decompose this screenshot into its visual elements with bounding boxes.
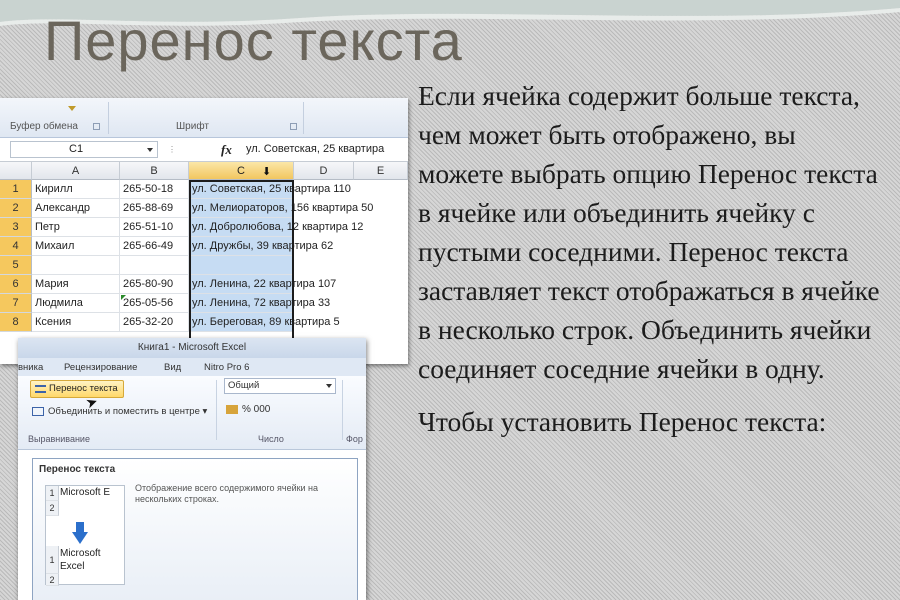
- number-format-buttons[interactable]: % 000: [226, 404, 270, 415]
- column-header[interactable]: E: [354, 162, 408, 180]
- tab-insert[interactable]: вника: [18, 362, 43, 373]
- table-cell[interactable]: 265-50-18: [120, 180, 189, 199]
- table-cell[interactable]: Петр: [32, 218, 120, 237]
- tooltip-example-grid: 1 2 Microsoft E 1 2 Microsoft Excel: [45, 485, 125, 586]
- ribbon-divider: [303, 102, 304, 134]
- table-cell[interactable]: Мария: [32, 275, 120, 294]
- chevron-down-icon[interactable]: [147, 148, 153, 152]
- column-select-pointer-icon: ⬇: [262, 166, 272, 178]
- row-header: 1: [46, 486, 59, 501]
- row-header[interactable]: 6: [0, 275, 32, 294]
- column-header[interactable]: A: [32, 162, 120, 180]
- row-header: 2: [46, 501, 59, 516]
- body-paragraph-instruction: Чтобы установить Перенос текста:: [418, 406, 827, 437]
- table-cell[interactable]: Ксения: [32, 313, 120, 332]
- ribbon-strip: Буфер обмена Шрифт: [0, 98, 408, 138]
- body-paragraph: Если ячейка содержит больше текста, чем …: [418, 80, 880, 384]
- table-cell[interactable]: Кирилл: [32, 180, 120, 199]
- table-cell[interactable]: 265-05-56: [120, 294, 189, 313]
- wrap-text-icon: [35, 385, 46, 393]
- column-header[interactable]: D: [294, 162, 354, 180]
- row-header[interactable]: 5: [0, 256, 32, 275]
- formula-input[interactable]: ул. Советская, 25 квартира: [246, 143, 384, 155]
- merge-cells-icon: [32, 407, 44, 416]
- insert-function-icon[interactable]: fx: [221, 142, 232, 158]
- row-header[interactable]: 3: [0, 218, 32, 237]
- formula-bar: C1 ⋮ fx ул. Советская, 25 квартира: [0, 138, 408, 162]
- percent-thousands-label[interactable]: % 000: [242, 404, 270, 415]
- column-header-selected[interactable]: C: [189, 162, 294, 180]
- number-format-value: Общий: [228, 380, 260, 391]
- example-before-text: Microsoft E: [60, 487, 111, 498]
- currency-icon[interactable]: [226, 404, 238, 414]
- ribbon-group-clipboard: Буфер обмена: [10, 121, 78, 132]
- ribbon-divider: [216, 380, 217, 440]
- merge-center-button[interactable]: Объединить и поместить в центре ▾: [30, 406, 207, 417]
- tab-review[interactable]: Рецензирование: [64, 362, 137, 373]
- row-header[interactable]: 8: [0, 313, 32, 332]
- selection-border: [189, 180, 294, 354]
- row-header: 2: [46, 574, 59, 586]
- table-cell[interactable]: 265-88-69: [120, 199, 189, 218]
- merge-center-label: Объединить и поместить в центре: [48, 406, 200, 417]
- dialog-launcher-icon[interactable]: [93, 123, 100, 130]
- column-header[interactable]: B: [120, 162, 189, 180]
- tab-nitro[interactable]: Nitro Pro 6: [204, 362, 249, 373]
- tooltip-title: Перенос текста: [39, 464, 116, 475]
- number-format-select[interactable]: Общий: [224, 378, 336, 394]
- table-cell[interactable]: Александр: [32, 199, 120, 218]
- row-header[interactable]: 7: [0, 294, 32, 313]
- tooltip-description: Отображение всего содержимого ячейки на …: [135, 483, 319, 504]
- group-label-alignment: Выравнивание: [28, 434, 90, 444]
- error-indicator-icon: [121, 295, 126, 300]
- ribbon-group-font: Шрифт: [176, 121, 209, 132]
- excel-ribbon-screenshot: Книга1 - Microsoft Excel вника Рецензиро…: [18, 338, 366, 600]
- ribbon-panel: Перенос текста ➤ Объединить и поместить …: [18, 376, 366, 450]
- group-label-styles: Фор: [346, 434, 363, 444]
- row-header[interactable]: 1: [0, 180, 32, 199]
- tab-view[interactable]: Вид: [164, 362, 181, 373]
- ribbon-divider: [342, 380, 343, 440]
- row-header[interactable]: 2: [0, 199, 32, 218]
- table-cell[interactable]: [120, 256, 189, 275]
- name-box[interactable]: C1: [10, 141, 158, 158]
- wrap-text-button[interactable]: Перенос текста: [30, 380, 124, 398]
- example-after-line2: Excel: [60, 561, 85, 572]
- row-header: 1: [46, 546, 59, 574]
- slide-body: Если ячейка содержит больше текста, чем …: [418, 76, 888, 441]
- wrap-text-label: Перенос текста: [49, 383, 118, 394]
- excel-grid-screenshot: Буфер обмена Шрифт C1 ⋮ fx ул. Советская…: [0, 98, 408, 364]
- table-cell[interactable]: Людмила: [32, 294, 120, 313]
- dialog-launcher-icon[interactable]: [290, 123, 297, 130]
- ribbon-divider: [108, 102, 109, 134]
- slide-title: Перенос текста: [44, 9, 463, 72]
- down-arrow-icon: [72, 532, 88, 544]
- select-all-corner[interactable]: [0, 162, 32, 180]
- format-painter-caret-icon: [68, 106, 76, 111]
- table-cell[interactable]: 265-80-90: [120, 275, 189, 294]
- table-cell[interactable]: 265-66-49: [120, 237, 189, 256]
- example-after-line1: Microsoft: [60, 548, 101, 559]
- window-title: Книга1 - Microsoft Excel: [18, 338, 366, 358]
- chevron-down-icon[interactable]: ▾: [203, 406, 208, 417]
- chevron-down-icon[interactable]: [326, 384, 332, 388]
- table-cell[interactable]: Михаил: [32, 237, 120, 256]
- group-label-number: Число: [258, 434, 284, 444]
- row-header[interactable]: 4: [0, 237, 32, 256]
- ribbon-tabs: вника Рецензирование Вид Nitro Pro 6: [18, 358, 366, 376]
- table-cell[interactable]: 265-51-10: [120, 218, 189, 237]
- table-cell[interactable]: 265-32-20: [120, 313, 189, 332]
- wrap-text-tooltip: Перенос текста Отображение всего содержи…: [32, 458, 358, 600]
- table-cell[interactable]: [32, 256, 120, 275]
- resize-dots-icon[interactable]: ⋮: [168, 145, 176, 154]
